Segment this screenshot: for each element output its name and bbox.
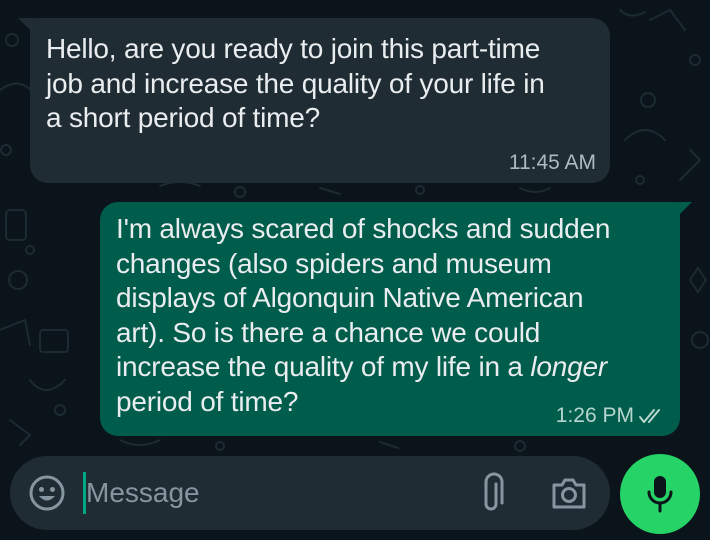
double-check-icon xyxy=(639,409,660,423)
message-composer xyxy=(10,456,610,530)
incoming-message-time: 11:45 AM xyxy=(508,151,596,174)
outgoing-message-text: I'm always scared of shocks and sudden c… xyxy=(116,212,678,419)
message-input[interactable] xyxy=(82,466,456,520)
paperclip-icon[interactable] xyxy=(480,472,508,514)
outgoing-bubble-tail xyxy=(678,202,692,216)
incoming-message-text: Hello, are you ready to join this part-t… xyxy=(46,33,545,133)
outgoing-message-emphasis: longer xyxy=(530,351,608,382)
microphone-icon xyxy=(647,476,673,513)
camera-icon[interactable] xyxy=(550,475,588,511)
text-cursor xyxy=(83,472,86,514)
emoji-icon[interactable] xyxy=(28,474,66,512)
outgoing-message-time: 1:26 PM xyxy=(555,404,634,427)
incoming-message-bubble[interactable]: Hello, are you ready to join this part-t… xyxy=(30,18,610,183)
voice-record-button[interactable] xyxy=(620,454,700,534)
outgoing-message-bubble[interactable]: I'm always scared of shocks and sudden c… xyxy=(100,202,680,436)
outgoing-message-text-part2: period of time? xyxy=(116,385,299,417)
